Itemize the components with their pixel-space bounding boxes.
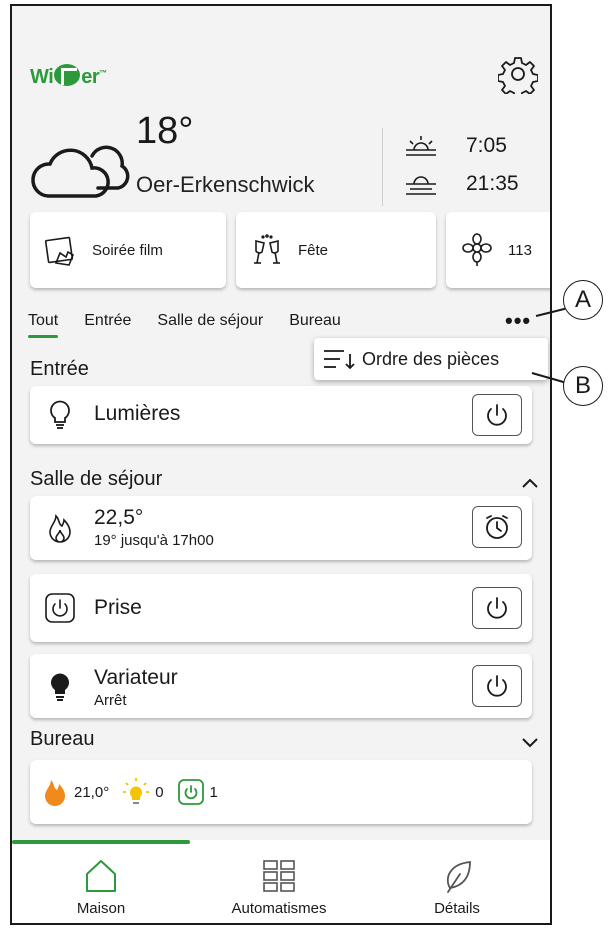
- heating-temp: 22,5°: [94, 506, 144, 529]
- scenes-row: Soirée film Fête 113: [30, 212, 550, 288]
- scene-label: 113: [508, 241, 532, 259]
- tab-salle-de-sejour[interactable]: Salle de séjour: [157, 312, 263, 338]
- device-card-heating[interactable]: 22,5° 19° jusqu'à 17h00: [30, 496, 532, 560]
- plug-power-icon: [45, 593, 75, 623]
- device-label: Variateur: [94, 666, 178, 689]
- device-card-variateur[interactable]: Variateur Arrêt: [30, 654, 532, 718]
- wiser-logo: Wi er™: [30, 64, 107, 88]
- heating-schedule: 19° jusqu'à 17h00: [94, 532, 214, 549]
- flame-icon: [45, 780, 65, 806]
- room-tabs: Tout Entrée Salle de séjour Bureau: [28, 312, 367, 338]
- timer-button[interactable]: [472, 506, 522, 548]
- scene-113[interactable]: 113: [446, 212, 550, 288]
- bulb-outline-icon: [50, 400, 70, 429]
- tab-bureau[interactable]: Bureau: [289, 312, 341, 338]
- bulb-filled-icon: [51, 673, 69, 701]
- power-icon: [487, 597, 507, 619]
- phone-screen: Wi er™ 18° Oer-Erkenschwick 7:05 21:35 S…: [10, 4, 552, 925]
- divider: [382, 128, 383, 206]
- sort-rooms-label: Ordre des pièces: [362, 348, 500, 369]
- scene-label: Fête: [298, 241, 329, 259]
- temperature: 18°: [136, 110, 194, 152]
- nav-label: Automatismes: [231, 900, 327, 917]
- champagne-icon: [254, 234, 280, 264]
- sunset-time: 21:35: [466, 172, 519, 195]
- flower-icon: [462, 233, 492, 266]
- summary-lights: 0: [155, 783, 164, 801]
- power-button[interactable]: [472, 394, 522, 436]
- city-name: Oer-Erkenschwick: [136, 172, 315, 197]
- power-icon: [487, 675, 507, 697]
- sort-icon: [324, 350, 355, 370]
- nav-details[interactable]: Détails: [368, 840, 546, 923]
- more-options-button[interactable]: •••: [505, 308, 531, 334]
- nav-maison[interactable]: Maison: [12, 840, 190, 923]
- tab-tout[interactable]: Tout: [28, 312, 59, 338]
- section-title-bureau: Bureau: [30, 728, 95, 750]
- bureau-summary-card[interactable]: 21,0° 0 1: [30, 760, 532, 824]
- plug-on-icon: [177, 779, 204, 805]
- leaf-icon: [446, 861, 471, 893]
- device-label: Prise: [94, 596, 142, 619]
- flame-outline-icon: [49, 514, 71, 543]
- tab-entree[interactable]: Entrée: [84, 312, 131, 338]
- movie-icon: [44, 236, 74, 266]
- nav-automatismes[interactable]: Automatismes: [190, 840, 368, 923]
- section-title-sejour: Salle de séjour: [30, 468, 163, 490]
- sort-rooms-menu-item[interactable]: Ordre des pièces: [314, 338, 548, 380]
- nav-label: Détails: [434, 900, 480, 917]
- cloud-icon: [31, 145, 130, 198]
- bottom-navigation: Maison Automatismes Détails: [12, 840, 550, 923]
- timer-icon: [486, 515, 508, 539]
- sunset-icon: [406, 176, 436, 195]
- device-status: Arrêt: [94, 692, 127, 709]
- bulb-on-icon: [123, 778, 150, 804]
- scene-soiree-film[interactable]: Soirée film: [30, 212, 226, 288]
- device-card-lumieres[interactable]: Lumières: [30, 386, 532, 444]
- chevron-down-icon[interactable]: [520, 736, 540, 750]
- scene-label: Soirée film: [92, 241, 163, 259]
- sunrise-row: 7:05: [404, 134, 507, 158]
- sunrise-icon: [406, 136, 436, 156]
- device-card-prise[interactable]: Prise: [30, 574, 532, 642]
- annotation-a: A: [563, 280, 603, 320]
- chevron-up-icon[interactable]: [520, 476, 540, 490]
- summary-temp: 21,0°: [74, 783, 110, 801]
- sunrise-time: 7:05: [466, 134, 507, 157]
- summary-plugs: 1: [209, 783, 218, 801]
- power-button[interactable]: [472, 587, 522, 629]
- annotation-b: B: [563, 366, 603, 406]
- sunset-row: 21:35: [404, 172, 519, 196]
- grid-icon: [263, 860, 295, 892]
- device-label: Lumières: [94, 402, 181, 425]
- power-icon: [487, 404, 507, 426]
- scene-fete[interactable]: Fête: [236, 212, 436, 288]
- nav-label: Maison: [76, 900, 126, 917]
- house-icon: [86, 860, 116, 892]
- power-button[interactable]: [472, 665, 522, 707]
- section-title-entree: Entrée: [30, 358, 89, 380]
- gear-icon[interactable]: [498, 54, 538, 94]
